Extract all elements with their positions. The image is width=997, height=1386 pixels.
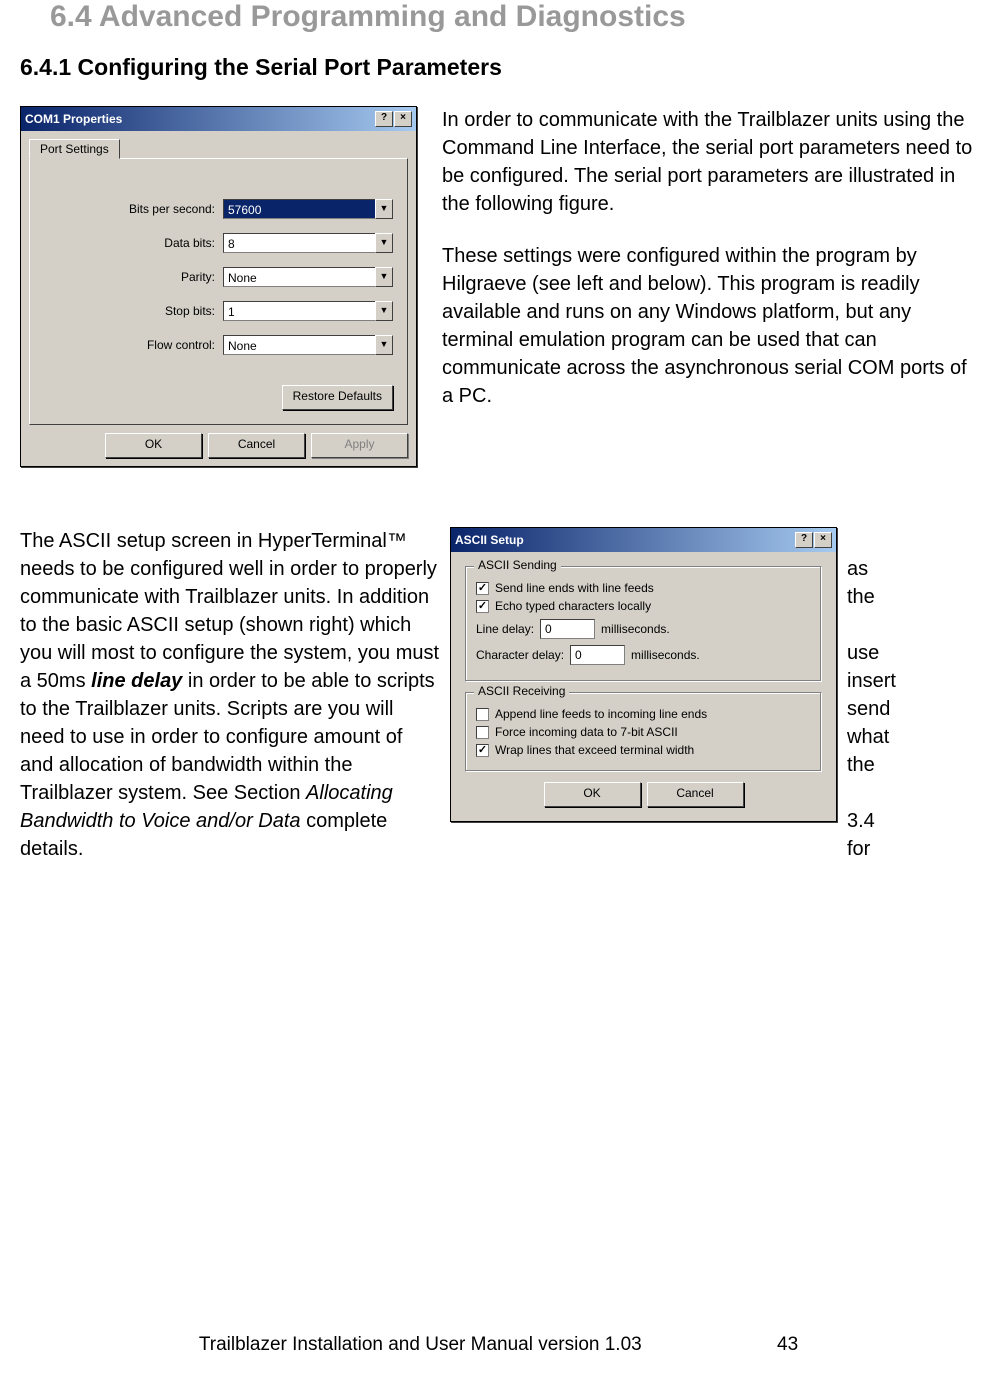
append-line-feeds-label: Append line feeds to incoming line ends [495,707,707,721]
chevron-down-icon[interactable]: ▼ [375,233,393,253]
data-bits-combo[interactable]: 8 ▼ [223,233,393,253]
ok-button[interactable]: OK [105,433,202,458]
chevron-down-icon[interactable]: ▼ [375,199,393,219]
help-icon[interactable]: ? [795,532,813,548]
flow-control-label: Flow control: [147,338,215,352]
force-7bit-checkbox[interactable] [476,726,489,739]
wrap-lines-checkbox[interactable]: ✓ [476,744,489,757]
stop-bits-value[interactable]: 1 [223,301,375,321]
send-line-ends-label: Send line ends with line feeds [495,581,654,595]
chevron-down-icon[interactable]: ▼ [375,301,393,321]
subsection-heading: 6.4.1 Configuring the Serial Port Parame… [20,54,977,81]
com1-properties-dialog: COM1 Properties ? × Port Settings Bits p… [20,106,417,467]
dialog-title: ASCII Setup [455,533,524,547]
character-delay-input[interactable]: 0 [570,645,625,665]
footer-text: Trailblazer Installation and User Manual… [199,1334,642,1355]
data-bits-label: Data bits: [164,236,215,250]
paragraph-2: These settings were configured within th… [442,242,977,410]
paragraph-1: In order to communicate with the Trailbl… [442,106,977,218]
echo-typed-checkbox[interactable]: ✓ [476,600,489,613]
line-delay-label: Line delay: [476,622,534,636]
bits-per-second-value[interactable]: 57600 [223,199,375,219]
apply-button[interactable]: Apply [311,433,408,458]
line-delay-input[interactable]: 0 [540,619,595,639]
restore-defaults-button[interactable]: Restore Defaults [282,385,393,410]
page-footer: Trailblazer Installation and User Manual… [0,1334,997,1356]
group-title-receiving: ASCII Receiving [474,684,569,698]
flow-control-value[interactable]: None [223,335,375,355]
append-line-feeds-checkbox[interactable] [476,708,489,721]
data-bits-value[interactable]: 8 [223,233,375,253]
echo-typed-label: Echo typed characters locally [495,599,651,613]
bits-per-second-label: Bits per second: [129,202,215,216]
stop-bits-label: Stop bits: [165,304,215,318]
page-number: 43 [777,1334,798,1355]
chevron-down-icon[interactable]: ▼ [375,335,393,355]
chevron-down-icon[interactable]: ▼ [375,267,393,287]
ok-button[interactable]: OK [544,782,641,807]
right-margin-words: as the use insert send what the 3.4 for [847,527,896,863]
force-7bit-label: Force incoming data to 7-bit ASCII [495,725,678,739]
help-icon[interactable]: ? [375,111,393,127]
close-icon[interactable]: × [394,111,412,127]
bits-per-second-combo[interactable]: 57600 ▼ [223,199,393,219]
ms-label: milliseconds. [631,648,700,662]
parity-label: Parity: [181,270,215,284]
send-line-ends-checkbox[interactable]: ✓ [476,582,489,595]
ascii-setup-dialog: ASCII Setup ? × ASCII Sending ✓ Send lin… [450,527,837,822]
dialog-titlebar: ASCII Setup ? × [451,528,836,552]
close-icon[interactable]: × [814,532,832,548]
dialog-title: COM1 Properties [25,112,122,126]
parity-value[interactable]: None [223,267,375,287]
flow-control-combo[interactable]: None ▼ [223,335,393,355]
dialog-titlebar: COM1 Properties ? × [21,107,416,131]
cancel-button[interactable]: Cancel [647,782,744,807]
parity-combo[interactable]: None ▼ [223,267,393,287]
ms-label: milliseconds. [601,622,670,636]
character-delay-label: Character delay: [476,648,564,662]
group-title-sending: ASCII Sending [474,558,561,572]
tab-port-settings[interactable]: Port Settings [29,139,120,159]
section-heading: 6.4 Advanced Programming and Diagnostics [50,0,977,34]
stop-bits-combo[interactable]: 1 ▼ [223,301,393,321]
ascii-sending-group: ASCII Sending ✓ Send line ends with line… [465,566,822,682]
ascii-receiving-group: ASCII Receiving Append line feeds to inc… [465,692,822,772]
paragraph-3: The ASCII setup screen in HyperTerminal™… [20,527,440,863]
cancel-button[interactable]: Cancel [208,433,305,458]
wrap-lines-label: Wrap lines that exceed terminal width [495,743,694,757]
